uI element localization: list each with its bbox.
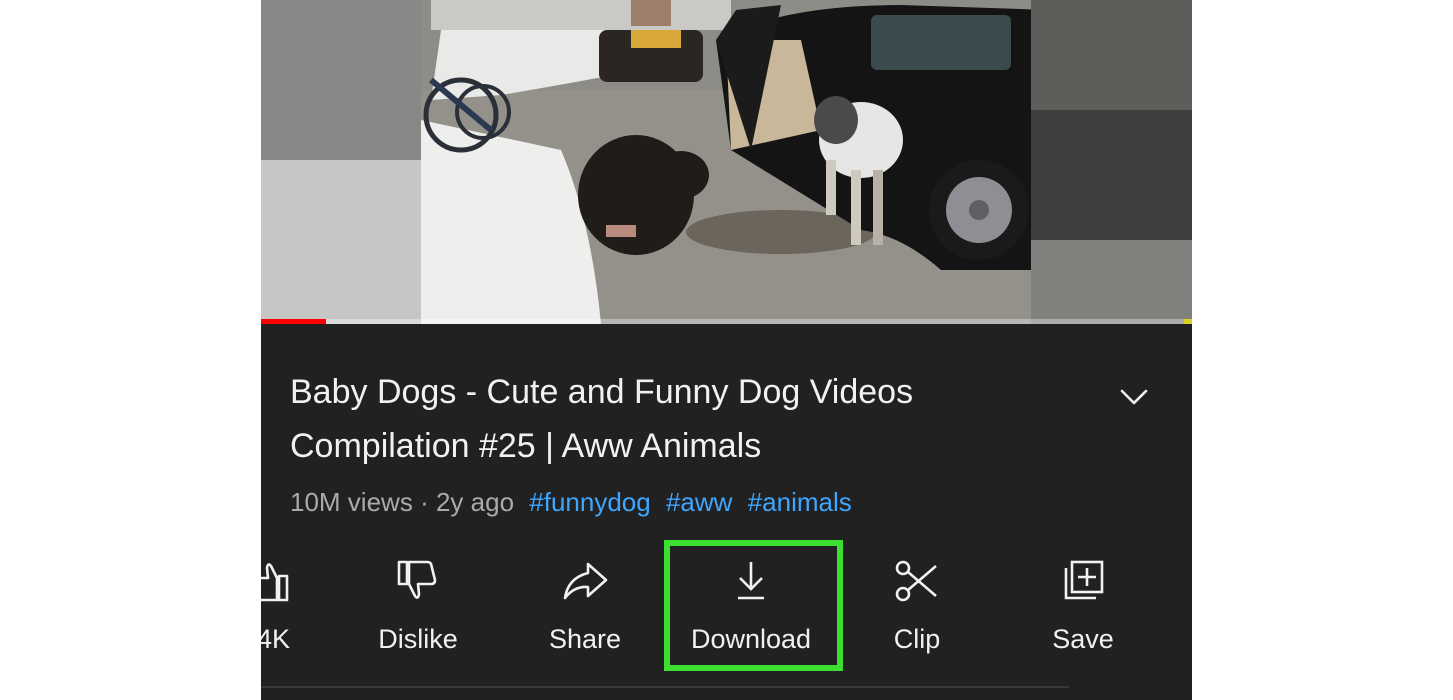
divider (261, 686, 1069, 688)
like-count: 4K (261, 624, 290, 654)
view-count: 10M views (290, 487, 413, 517)
video-meta: 10M views · 2y ago #funnydog #aww #anima… (290, 484, 852, 520)
hashtag-link[interactable]: #funnydog (529, 487, 650, 517)
video-progress-fill (261, 319, 327, 324)
save-label: Save (1052, 624, 1114, 654)
dislike-label: Dislike (378, 624, 458, 654)
save-button[interactable]: Save (1013, 546, 1153, 676)
dislike-button[interactable]: Dislike (348, 546, 488, 676)
thumb-up-icon (261, 563, 289, 602)
video-player[interactable] (261, 0, 1192, 324)
clip-button[interactable]: Clip (847, 546, 987, 676)
video-title[interactable]: Baby Dogs - Cute and Funny Dog Videos Co… (290, 365, 1080, 473)
video-progress-end-marker (1184, 319, 1192, 324)
add-to-playlist-icon (1064, 560, 1104, 600)
upload-age: 2y ago (435, 487, 515, 517)
download-highlight-box (664, 540, 843, 671)
clip-label: Clip (893, 624, 941, 654)
thumb-down-icon (397, 560, 437, 599)
share-label: Share (548, 624, 622, 654)
youtube-video-panel: Baby Dogs - Cute and Funny Dog Videos Co… (261, 0, 1192, 700)
share-button[interactable]: Share (515, 546, 655, 676)
video-frame-image (261, 0, 1192, 324)
like-button[interactable]: 4K (261, 546, 336, 676)
meta-separator: · (420, 487, 429, 517)
hashtag-link[interactable]: #aww (666, 487, 732, 517)
video-progress-bar[interactable] (261, 319, 1192, 324)
hashtag-link[interactable]: #animals (748, 487, 852, 517)
scissors-icon (895, 560, 937, 602)
share-icon (563, 562, 608, 600)
chevron-down-icon[interactable] (1114, 382, 1154, 412)
